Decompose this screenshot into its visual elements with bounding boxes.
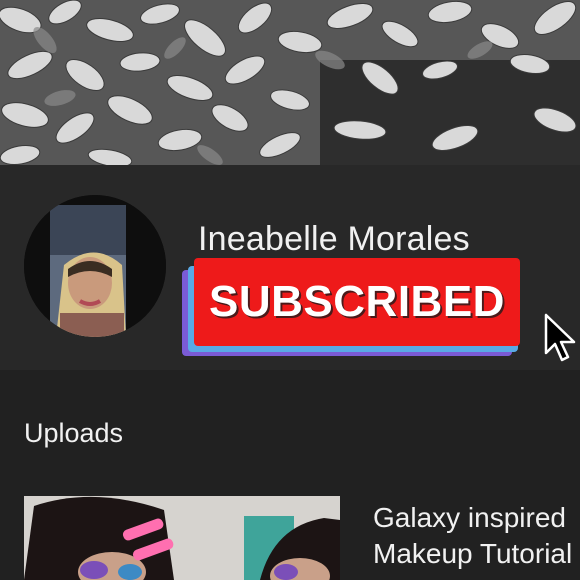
leaves-banner-image	[0, 0, 580, 165]
video-title-line-1: Galaxy inspired	[373, 502, 566, 533]
mouse-pointer-icon	[544, 313, 578, 363]
video-title-line-2: Makeup Tutorial	[373, 538, 573, 569]
video-thumbnail[interactable]	[24, 496, 340, 580]
video-list-item[interactable]: Galaxy inspired Makeup Tutorial	[24, 496, 580, 580]
subscribe-label: SUBSCRIBED	[209, 277, 505, 326]
channel-banner	[0, 0, 580, 165]
video-title[interactable]: Galaxy inspired Makeup Tutorial	[373, 500, 580, 572]
uploads-section-title: Uploads	[24, 418, 124, 448]
channel-page: Ineabelle Morales SUBSCRIBED Uploads Gal…	[0, 0, 580, 580]
subscribe-button-group: SUBSCRIBED	[182, 258, 522, 358]
subscribe-button[interactable]: SUBSCRIBED	[194, 258, 520, 346]
channel-avatar[interactable]	[24, 195, 166, 337]
profile-photo	[24, 195, 166, 337]
thumbnail-image	[24, 496, 340, 580]
channel-name: Ineabelle Morales	[198, 220, 470, 258]
